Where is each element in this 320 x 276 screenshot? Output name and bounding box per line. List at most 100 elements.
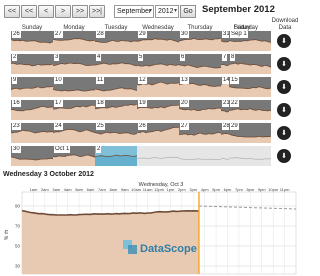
calendar-day-cell[interactable]: 29 <box>229 123 271 143</box>
day-number: 13 <box>180 77 189 84</box>
month-select[interactable]: September ▾ <box>114 5 154 18</box>
day-number: 26 <box>12 31 21 38</box>
day-number: 16 <box>12 100 21 107</box>
y-axis-label: % rh <box>4 230 10 241</box>
day-number: 27 <box>180 123 189 130</box>
day-forecast-line <box>137 156 179 159</box>
calendar-day-cell[interactable]: 25 <box>95 123 137 143</box>
hour-label: 10pm <box>268 187 279 192</box>
calendar-day-cell[interactable]: 13 <box>179 77 221 97</box>
calendar-day-cell[interactable]: 5 <box>137 54 179 74</box>
calendar-day-cell[interactable]: 30 <box>179 31 221 51</box>
day-area <box>11 39 53 51</box>
calendar-day-cell[interactable]: 24 <box>53 123 95 143</box>
prev-month-button[interactable]: << <box>21 5 37 18</box>
calendar-day-cell[interactable]: Oct 1 <box>53 146 95 166</box>
hour-label: 9pm <box>258 187 266 192</box>
go-button[interactable]: Go <box>180 5 196 18</box>
day-forecast-line <box>179 158 221 160</box>
y-tick-label: 70 <box>15 224 21 229</box>
logo-square2-icon <box>128 245 137 254</box>
day-number: 22 <box>230 100 239 107</box>
download-arrow-icon[interactable]: ⬇ <box>277 80 291 94</box>
calendar-day-cell[interactable]: 17 <box>53 100 95 120</box>
day-number: 8 <box>230 54 236 61</box>
first-button[interactable]: << <box>4 5 20 18</box>
calendar-day-cell[interactable] <box>137 146 179 166</box>
detail-date-title: Wednesday 3 October 2012 <box>3 171 94 178</box>
calendar-day-cell[interactable]: 15 <box>229 77 271 97</box>
hour-label: 1am <box>30 187 38 192</box>
day-number: Sep 1 <box>230 31 248 38</box>
y-tick-label: 30 <box>15 264 21 269</box>
calendar-day-cell[interactable]: 2 <box>95 146 137 166</box>
day-area <box>137 82 179 97</box>
calendar-day-cell[interactable]: 22 <box>229 100 271 120</box>
day-sparkline <box>179 158 221 160</box>
day-area <box>11 106 53 120</box>
calendar-day-cell[interactable]: 9 <box>11 77 53 97</box>
year-select-value: 2012 <box>158 8 174 15</box>
hour-label: 8am <box>109 187 117 192</box>
calendar-day-cell[interactable]: 23 <box>11 123 53 143</box>
day-area <box>179 64 221 74</box>
calendar-day-cell[interactable]: 19 <box>137 100 179 120</box>
day-number: 17 <box>54 100 63 107</box>
chart-day-header: Wednesday, Oct 3 <box>139 182 184 188</box>
day-number: 9 <box>12 77 18 84</box>
calendar-day-cell[interactable]: 27 <box>179 123 221 143</box>
calendar-day-cell[interactable]: 26 <box>11 31 53 51</box>
calendar-day-cell[interactable]: 29 <box>137 31 179 51</box>
calendar-day-cell[interactable]: 4 <box>95 54 137 74</box>
calendar-day-cell[interactable]: 30 <box>11 146 53 166</box>
day-number: 4 <box>96 54 102 61</box>
day-number: 7 <box>222 54 228 61</box>
chevron-down-icon: ▾ <box>173 8 177 14</box>
day-number: 3 <box>54 54 60 61</box>
day-number: 15 <box>230 77 239 84</box>
day-number: 20 <box>180 100 189 107</box>
calendar-day-cell[interactable]: 2 <box>11 54 53 74</box>
calendar-day-cell[interactable]: 12 <box>137 77 179 97</box>
hour-label: 7am <box>98 187 106 192</box>
hour-label: 4am <box>64 187 72 192</box>
day-area <box>53 63 95 74</box>
month-title: September 2012 <box>202 4 275 15</box>
calendar-day-cell[interactable]: 16 <box>11 100 53 120</box>
download-arrow-icon[interactable]: ⬇ <box>277 149 291 163</box>
last-button[interactable]: >>| <box>89 5 105 18</box>
calendar-day-cell[interactable]: 11 <box>95 77 137 97</box>
calendar-day-cell[interactable] <box>179 146 221 166</box>
download-arrow-icon[interactable]: ⬇ <box>277 34 291 48</box>
calendar-day-cell[interactable]: Sep 1 <box>229 31 271 51</box>
calendar-day-cell[interactable]: 8 <box>229 54 271 74</box>
next-month-button[interactable]: >> <box>72 5 88 18</box>
hour-label: 6pm <box>224 187 232 192</box>
calendar-day-cell[interactable]: 18 <box>95 100 137 120</box>
prev-button[interactable]: < <box>38 5 54 18</box>
y-tick-label: 50 <box>15 244 21 249</box>
chevron-down-icon: ▾ <box>148 8 152 14</box>
hour-label: 5am <box>75 187 83 192</box>
hour-label: 11pm <box>280 187 290 192</box>
calendar-day-cell[interactable]: 26 <box>137 123 179 143</box>
calendar-day-cell[interactable]: 10 <box>53 77 95 97</box>
year-select[interactable]: 2012 ▾ <box>155 5 179 18</box>
calendar-day-cell[interactable] <box>229 146 271 166</box>
download-arrow-icon[interactable]: ⬇ <box>277 57 291 71</box>
calendar-day-cell[interactable]: 27 <box>53 31 95 51</box>
day-number: 2 <box>12 54 18 61</box>
calendar-day-cell[interactable]: 3 <box>53 54 95 74</box>
hour-label: 3am <box>52 187 60 192</box>
day-number: 5 <box>138 54 144 61</box>
calendar-day-cell[interactable]: 6 <box>179 54 221 74</box>
next-button[interactable]: > <box>55 5 71 18</box>
day-number: 12 <box>138 77 147 84</box>
month-select-value: September <box>117 8 152 15</box>
calendar-day-cell[interactable]: 28 <box>95 31 137 51</box>
day-number: 27 <box>54 31 63 38</box>
day-number: 30 <box>180 31 189 38</box>
calendar-day-cell[interactable]: 20 <box>179 100 221 120</box>
download-arrow-icon[interactable]: ⬇ <box>277 103 291 117</box>
download-arrow-icon[interactable]: ⬇ <box>277 126 291 140</box>
